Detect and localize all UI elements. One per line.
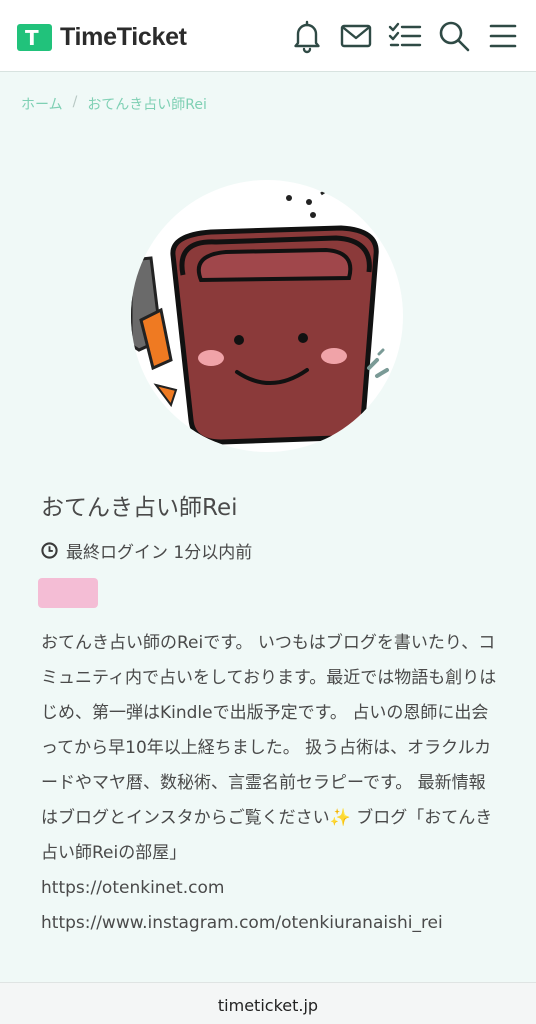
clock-icon xyxy=(41,542,58,559)
bell-icon[interactable] xyxy=(289,18,325,54)
profile-name: おてんき占い師Rei xyxy=(41,495,238,521)
redacted-highlight xyxy=(38,578,98,608)
browser-url-bar[interactable]: timeticket.jp xyxy=(0,982,536,1024)
profile-avatar xyxy=(131,180,403,452)
top-header: T TimeTicket xyxy=(0,0,536,72)
breadcrumb: ホーム / おてんき占い師Rei xyxy=(21,94,207,114)
blog-link[interactable]: https://otenkinet.com xyxy=(41,871,497,906)
breadcrumb-separator: / xyxy=(72,94,78,110)
menu-icon[interactable] xyxy=(485,18,521,54)
timeticket-logo[interactable]: T TimeTicket xyxy=(17,22,187,52)
search-icon[interactable] xyxy=(436,18,472,54)
mail-icon[interactable] xyxy=(338,18,374,54)
breadcrumb-home-link[interactable]: ホーム xyxy=(21,94,63,114)
last-login-status: 最終ログイン 1分以内前 xyxy=(41,538,252,563)
checklist-icon[interactable] xyxy=(387,18,423,54)
breadcrumb-current[interactable]: おてんき占い師Rei xyxy=(87,94,207,114)
logo-mark-icon: T xyxy=(17,23,52,51)
bio-text: おてんき占い師のReiです。 いつもはブログを書いたり、コミュニティ内で占いをし… xyxy=(41,633,497,863)
profile-bio: おてんき占い師のReiです。 いつもはブログを書いたり、コミュニティ内で占いをし… xyxy=(41,626,497,941)
domain-text: timeticket.jp xyxy=(217,996,319,1015)
logo-text: TimeTicket xyxy=(60,22,187,51)
last-login-text: 最終ログイン 1分以内前 xyxy=(66,543,253,563)
instagram-link[interactable]: https://www.instagram.com/otenkiuranaish… xyxy=(41,906,497,941)
